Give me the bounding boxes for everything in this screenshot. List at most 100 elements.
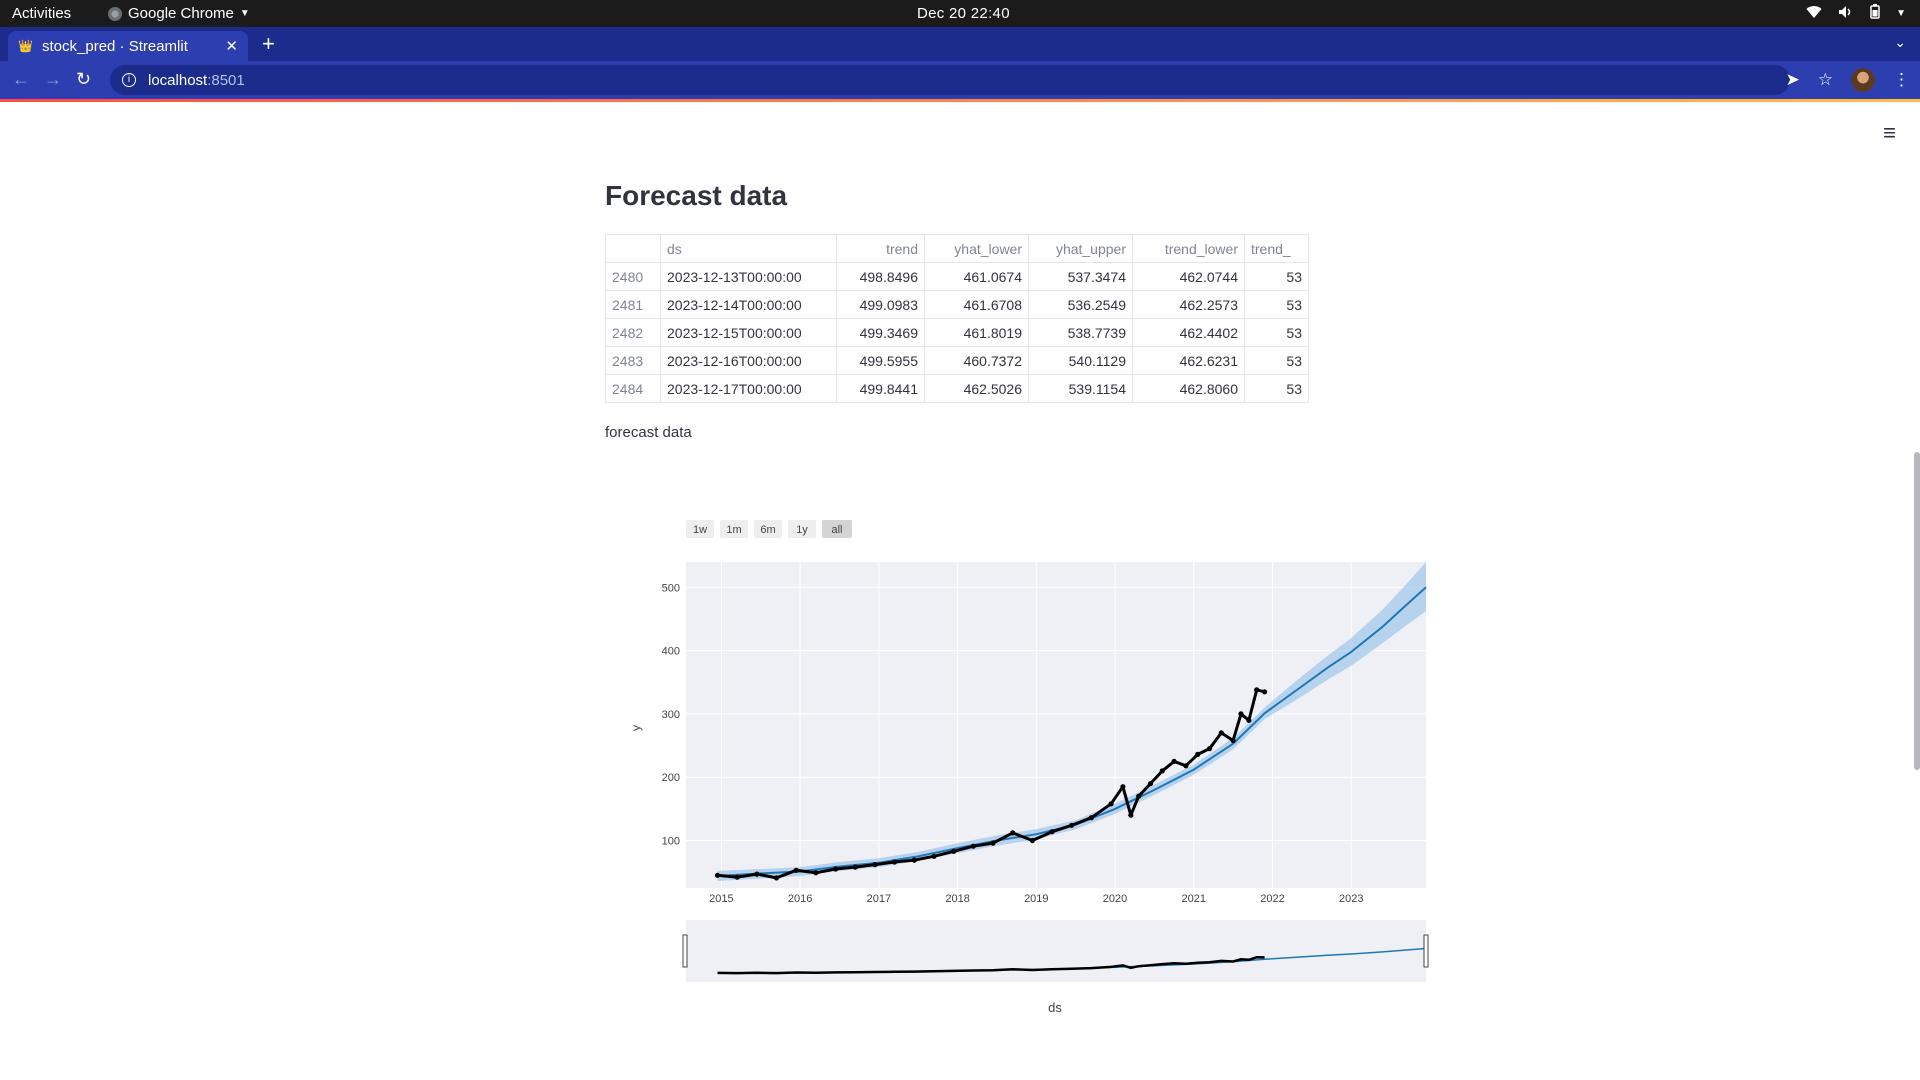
forecast-dataframe[interactable]: ds trend yhat_lower yhat_upper trend_low…: [605, 234, 1309, 403]
app-menu[interactable]: Google Chrome ▼: [108, 5, 250, 22]
actual-point: [1136, 793, 1142, 799]
caption-text: forecast data: [605, 424, 692, 441]
range-button-label: 1w: [693, 524, 707, 536]
x-tick-label: 2022: [1260, 893, 1284, 905]
reload-icon[interactable]: ↻: [76, 69, 91, 90]
actual-point: [931, 853, 937, 859]
cell-ds[interactable]: 2023-12-17T00:00:00: [660, 374, 837, 403]
cell-trend-upper[interactable]: 53: [1244, 290, 1309, 319]
range-button-1y[interactable]: 1y: [788, 520, 816, 538]
menu-kebab-icon[interactable]: ⋮: [1893, 70, 1910, 90]
actual-point: [714, 872, 721, 878]
cell-yhat-upper[interactable]: 540.1129: [1028, 346, 1133, 375]
toolbar-actions: ➤ ☆ ⋮: [1786, 68, 1910, 92]
range-button-label: 1m: [726, 524, 741, 536]
actual-point: [1010, 830, 1016, 836]
actual-point: [1262, 689, 1268, 695]
range-button-1m[interactable]: 1m: [720, 520, 748, 538]
actual-point: [1230, 737, 1236, 744]
info-icon[interactable]: i: [122, 73, 136, 87]
cell-yhat-upper[interactable]: 538.7739: [1028, 318, 1133, 347]
forecast-chart-svg[interactable]: 1w 1m 6m 1y all 2015 2016 2017 2018 2019 2020 2021…: [600, 520, 1430, 1020]
cell-trend[interactable]: 499.0983: [836, 290, 925, 319]
forecast-chart[interactable]: 1w 1m 6m 1y all 2015 2016 2017 2018 2019 2020 2021…: [600, 520, 1430, 1020]
back-arrow-icon[interactable]: ←: [12, 69, 30, 90]
x-tick-label: 2020: [1103, 893, 1127, 905]
column-header-trend-lower[interactable]: trend_lower: [1132, 234, 1245, 263]
cell-trend[interactable]: 499.8441: [836, 374, 925, 403]
plot-area[interactable]: [686, 562, 1426, 888]
cell-yhat-upper[interactable]: 536.2549: [1028, 290, 1133, 319]
tab-search-button[interactable]: ⌄: [1894, 34, 1906, 51]
cell-trend-upper[interactable]: 53: [1244, 346, 1309, 375]
new-tab-button[interactable]: +: [262, 33, 275, 55]
cell-yhat-upper[interactable]: 539.1154: [1028, 374, 1133, 403]
y-tick-label: 300: [662, 709, 680, 721]
actual-point: [773, 875, 780, 881]
table-row[interactable]: 2483 2023-12-16T00:00:00 499.5955 460.73…: [605, 346, 1309, 375]
range-slider-right-handle[interactable]: [1423, 934, 1429, 968]
cell-trend-lower[interactable]: 462.4402: [1132, 318, 1245, 347]
cell-trend-upper[interactable]: 53: [1244, 318, 1309, 347]
column-header-trend-upper[interactable]: trend_: [1244, 234, 1309, 263]
activities-button[interactable]: Activities: [12, 5, 71, 22]
x-axis-label: ds: [1048, 1000, 1062, 1015]
range-button-1w[interactable]: 1w: [686, 520, 714, 538]
cell-trend-lower[interactable]: 462.8060: [1132, 374, 1245, 403]
y-tick-label: 200: [662, 772, 680, 784]
range-slider-left-handle[interactable]: [682, 934, 688, 968]
actual-point: [1159, 768, 1165, 774]
actual-point: [754, 871, 760, 877]
cell-yhat-lower[interactable]: 462.5026: [924, 374, 1029, 403]
cell-yhat-lower[interactable]: 460.7372: [924, 346, 1029, 375]
cell-ds[interactable]: 2023-12-15T00:00:00: [660, 318, 837, 347]
actual-point: [1128, 812, 1134, 818]
os-top-bar: Activities Google Chrome ▼ Dec 20 22:40 …: [0, 0, 1920, 27]
page-scrollbar-thumb[interactable]: [1914, 452, 1920, 770]
column-header-ds[interactable]: ds: [660, 234, 837, 263]
x-tick-label: 2016: [788, 893, 812, 905]
clock[interactable]: Dec 20 22:40: [917, 5, 1010, 22]
cell-trend-lower[interactable]: 462.2573: [1132, 290, 1245, 319]
table-row[interactable]: 2484 2023-12-17T00:00:00 499.8441 462.50…: [605, 374, 1309, 403]
actual-point: [1049, 829, 1055, 835]
column-header-yhat-upper[interactable]: yhat_upper: [1028, 234, 1133, 263]
range-button-all[interactable]: all: [822, 520, 852, 538]
actual-point: [833, 866, 839, 872]
cell-yhat-lower[interactable]: 461.0674: [924, 262, 1029, 291]
cell-trend-lower[interactable]: 462.0744: [1132, 262, 1245, 291]
tab-stock-pred[interactable]: 👑 stock_pred · Streamlit ✕: [8, 31, 248, 61]
cell-trend-lower[interactable]: 462.6231: [1132, 346, 1245, 375]
tab-strip: 👑 stock_pred · Streamlit ✕ + ⌄: [0, 27, 1920, 61]
cell-yhat-upper[interactable]: 537.3474: [1028, 262, 1133, 291]
range-button-6m[interactable]: 6m: [754, 520, 782, 538]
actual-point: [951, 848, 957, 854]
actual-point: [1171, 758, 1177, 764]
close-icon[interactable]: ✕: [225, 37, 238, 55]
cell-trend[interactable]: 499.5955: [836, 346, 925, 375]
table-row[interactable]: 2481 2023-12-14T00:00:00 499.0983 461.67…: [605, 290, 1309, 319]
bookmark-star-icon[interactable]: ☆: [1818, 70, 1833, 90]
cell-ds[interactable]: 2023-12-14T00:00:00: [660, 290, 837, 319]
range-selector[interactable]: 1w 1m 6m 1y all: [686, 520, 852, 538]
column-header-yhat-lower[interactable]: yhat_lower: [924, 234, 1029, 263]
cell-yhat-lower[interactable]: 461.8019: [924, 318, 1029, 347]
column-header-trend[interactable]: trend: [836, 234, 925, 263]
cell-ds[interactable]: 2023-12-16T00:00:00: [660, 346, 837, 375]
cell-trend[interactable]: 498.8496: [836, 262, 925, 291]
cell-ds[interactable]: 2023-12-13T00:00:00: [660, 262, 837, 291]
send-icon[interactable]: ➤: [1786, 70, 1800, 90]
cell-yhat-lower[interactable]: 461.6708: [924, 290, 1029, 319]
actual-point: [793, 867, 799, 873]
table-row[interactable]: 2482 2023-12-15T00:00:00 499.3469 461.80…: [605, 318, 1309, 347]
cell-trend-upper[interactable]: 53: [1244, 374, 1309, 403]
cell-trend-upper[interactable]: 53: [1244, 262, 1309, 291]
column-header-index[interactable]: [605, 234, 661, 263]
cell-trend[interactable]: 499.3469: [836, 318, 925, 347]
profile-avatar[interactable]: [1851, 68, 1875, 92]
system-tray[interactable]: ▼: [1806, 4, 1906, 22]
forward-arrow-icon[interactable]: →: [44, 69, 62, 90]
address-bar[interactable]: i localhost:8501: [110, 65, 1790, 95]
table-row[interactable]: 2480 2023-12-13T00:00:00 498.8496 461.06…: [605, 262, 1309, 291]
hamburger-menu-icon[interactable]: ≡: [1883, 120, 1896, 146]
